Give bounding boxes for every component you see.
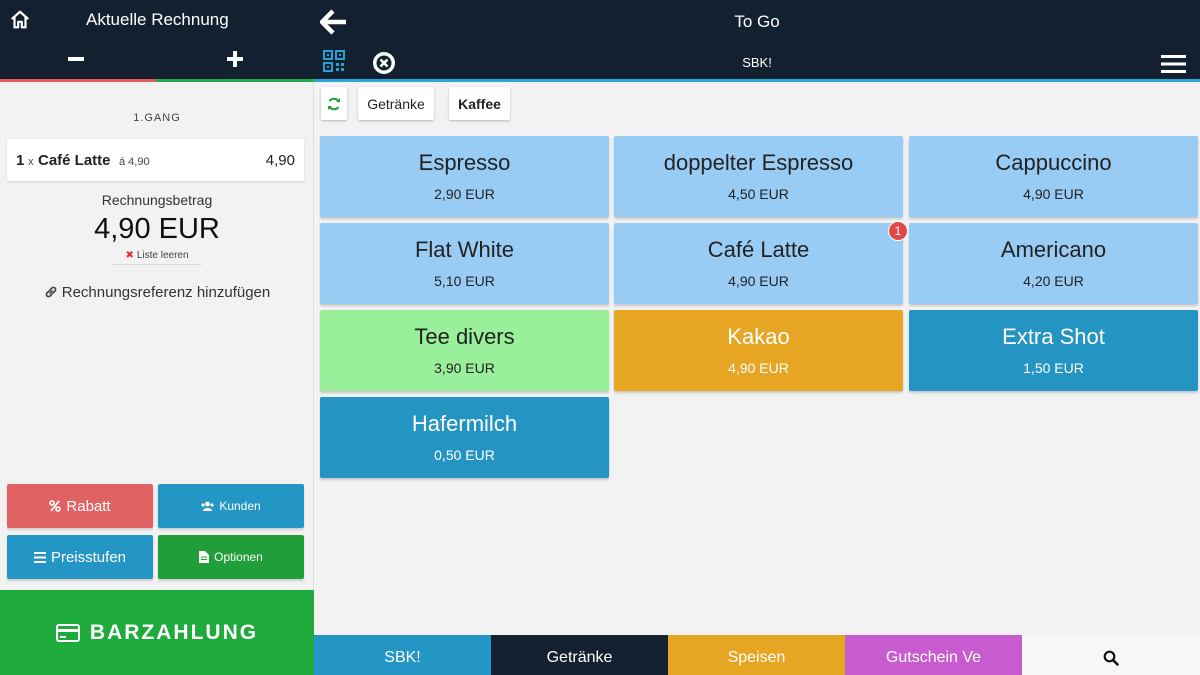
bottom-tab-bar: SBK! Getränke Speisen Gutschein Ve — [314, 635, 1200, 675]
product-price: 4,90 EUR — [728, 273, 789, 289]
price-levels-label: Preisstufen — [50, 548, 127, 566]
options-label: Optionen — [214, 550, 263, 564]
clear-list-link[interactable]: ✖ Liste leeren — [0, 250, 314, 265]
table-name: SBK! — [742, 55, 772, 70]
category-kaffee[interactable]: Kaffee — [449, 87, 510, 120]
product-name: Americano — [1000, 237, 1107, 262]
tab-sbk[interactable]: SBK! — [314, 635, 491, 675]
add-reference-label: Rechnungsreferenz hinzufügen — [61, 284, 271, 301]
discount-label: Rabatt — [66, 497, 111, 515]
total-label: Rechnungsbetrag — [101, 192, 213, 208]
search-tab[interactable] — [1022, 635, 1200, 675]
cash-payment-button[interactable]: BARZAHLUNG — [0, 590, 314, 675]
product-name: Hafermilch — [411, 411, 518, 436]
options-button[interactable]: Optionen — [158, 535, 304, 579]
item-total: 4,90 — [265, 152, 295, 169]
product-price: 0,50 EUR — [434, 447, 495, 463]
total-value: 4,90 EUR — [94, 213, 220, 245]
tab-getraenke[interactable]: Getränke — [491, 635, 668, 675]
order-mode-title: To Go — [734, 12, 780, 31]
customers-label: Kunden — [219, 499, 261, 513]
product-tile[interactable]: Cappuccino 4,90 EUR — [909, 136, 1198, 217]
product-price: 1,50 EUR — [1023, 360, 1084, 376]
course-label: 1.GANG — [133, 112, 181, 124]
product-name: Cappuccino — [995, 150, 1112, 175]
product-price: 4,90 EUR — [1023, 186, 1084, 202]
minus-icon[interactable] — [66, 52, 86, 66]
item-unit-price: á 4,90 — [119, 156, 150, 168]
product-tile[interactable]: Tee divers 3,90 EUR — [320, 310, 609, 391]
clear-list-label: Liste leeren — [136, 250, 189, 261]
bill-header: Aktuelle Rechnung — [0, 0, 314, 82]
list-icon — [33, 551, 46, 563]
product-count-badge: 1 — [888, 221, 908, 241]
product-price: 2,90 EUR — [434, 186, 495, 202]
clear-underline — [112, 264, 202, 265]
clear-x-icon: ✖ — [125, 250, 134, 261]
pos-app: Aktuelle Rechnung To Go SBK! 1.GANG 1 x … — [0, 0, 1200, 675]
item-name: Café Latte — [38, 152, 111, 169]
hamburger-menu-icon[interactable] — [1161, 55, 1186, 73]
bill-item[interactable]: 1 x Café Latte á 4,90 4,90 — [7, 139, 304, 181]
product-name: Extra Shot — [1002, 324, 1105, 349]
product-price: 3,90 EUR — [434, 360, 495, 376]
product-name: doppelter Espresso — [663, 150, 854, 175]
product-tile[interactable]: Espresso 2,90 EUR — [320, 136, 609, 217]
refresh-icon — [328, 97, 340, 110]
product-name: Tee divers — [414, 324, 515, 349]
product-tile[interactable]: Americano 4,20 EUR — [909, 223, 1198, 304]
product-name: Flat White — [414, 237, 515, 262]
refresh-button[interactable] — [321, 87, 347, 120]
bill-panel: 1.GANG 1 x Café Latte á 4,90 4,90 Rechnu… — [0, 82, 314, 590]
product-name: Kakao — [727, 324, 790, 349]
link-icon — [45, 286, 57, 298]
category-bar: Getränke Kaffee — [314, 82, 1200, 132]
users-icon — [201, 501, 214, 511]
add-reference-link[interactable]: Rechnungsreferenz hinzufügen — [0, 284, 314, 301]
credit-card-icon — [55, 623, 80, 642]
product-tile[interactable]: Café Latte 4,90 EUR — [614, 223, 903, 304]
customers-button[interactable]: Kunden — [158, 484, 304, 528]
product-price: 4,50 EUR — [728, 186, 789, 202]
home-icon[interactable] — [9, 9, 31, 31]
percent-icon — [49, 500, 62, 512]
item-quantity: 1 — [16, 152, 25, 169]
plus-icon[interactable] — [226, 50, 244, 68]
cash-payment-label: BARZAHLUNG — [89, 620, 259, 644]
product-price: 5,10 EUR — [434, 273, 495, 289]
category-getraenke[interactable]: Getränke — [358, 87, 434, 120]
price-levels-button[interactable]: Preisstufen — [7, 535, 153, 579]
document-icon — [199, 551, 210, 563]
discount-button[interactable]: Rabatt — [7, 484, 153, 528]
product-name: Espresso — [418, 150, 511, 175]
tab-gutschein[interactable]: Gutschein Ve — [845, 635, 1022, 675]
tab-speisen[interactable]: Speisen — [668, 635, 845, 675]
product-tile[interactable]: Flat White 5,10 EUR — [320, 223, 609, 304]
product-tile[interactable]: Kakao 4,90 EUR — [614, 310, 903, 391]
main-header: To Go SBK! — [314, 0, 1200, 82]
product-price: 4,90 EUR — [728, 360, 789, 376]
product-price: 4,20 EUR — [1023, 273, 1084, 289]
item-multiplier: x — [28, 156, 34, 168]
product-tile[interactable]: Extra Shot 1,50 EUR — [909, 310, 1198, 391]
product-tile[interactable]: doppelter Espresso 4,50 EUR — [614, 136, 903, 217]
search-icon — [1103, 650, 1119, 666]
product-name: Café Latte — [707, 237, 810, 262]
product-tile[interactable]: Hafermilch 0,50 EUR — [320, 397, 609, 478]
bill-title: Aktuelle Rechnung — [86, 10, 229, 29]
